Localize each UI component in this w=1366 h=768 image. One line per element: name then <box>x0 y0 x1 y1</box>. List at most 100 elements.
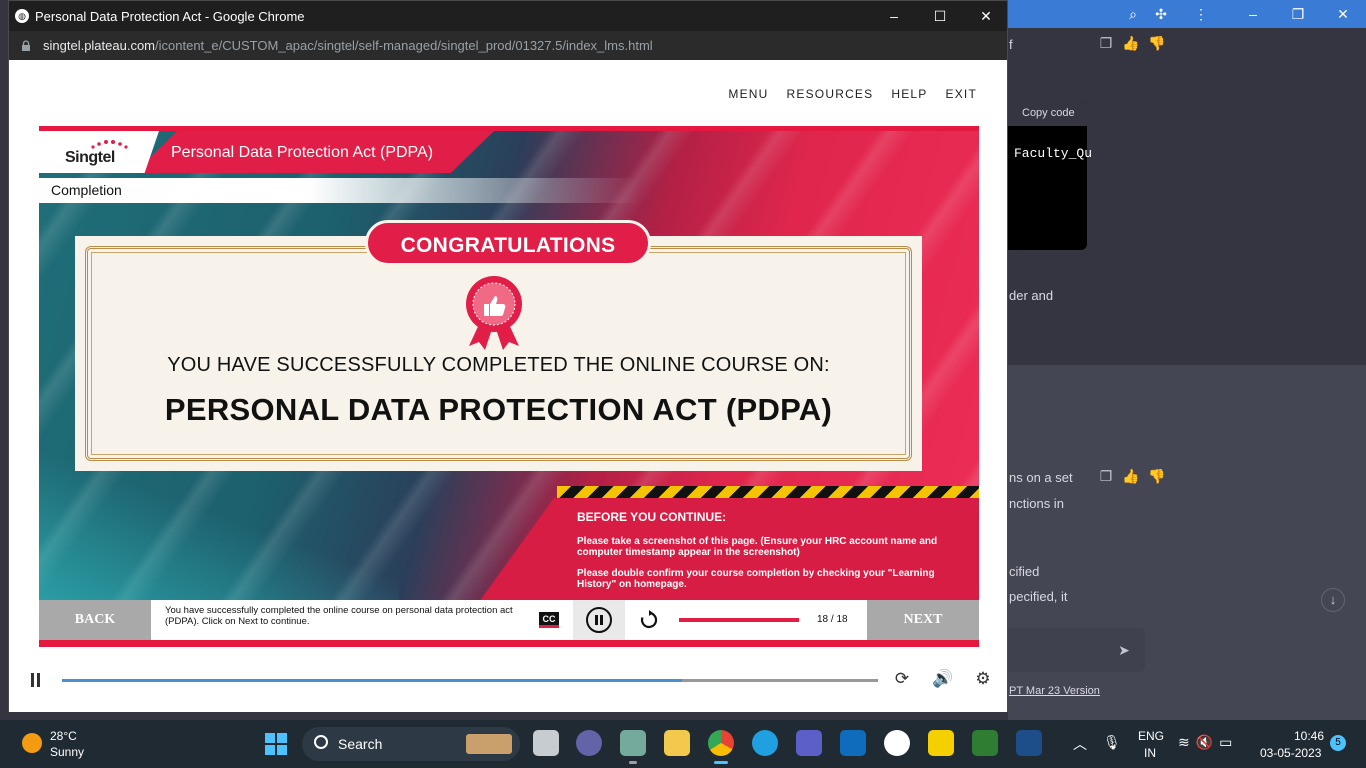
background-browser-bar: ⌕ ✣ ⋮ – ❐ ✕ <box>1008 0 1366 28</box>
logo-text: Singtel <box>65 149 115 166</box>
notice-heading: BEFORE YOU CONTINUE: <box>577 510 727 524</box>
scroll-down-button[interactable]: ↓ <box>1321 588 1345 612</box>
search-icon <box>314 735 328 749</box>
congratulations-banner: CONGRATULATIONS <box>365 220 651 266</box>
task-view-icon[interactable] <box>533 730 559 756</box>
bg-text: f <box>1009 37 1013 52</box>
video-call-app-icon[interactable] <box>576 730 602 756</box>
chrome-icon[interactable] <box>708 730 734 764</box>
settings-icon[interactable]: ⚙ <box>972 668 994 690</box>
page-content: MENU RESOURCES HELP EXIT Singtel Persona… <box>9 60 1007 712</box>
slide-progress-fill <box>679 618 799 622</box>
logo-dots-icon <box>91 140 128 149</box>
minimize-icon[interactable]: – <box>1245 6 1261 22</box>
wifi-volume-battery-icons[interactable]: ≋🔇▭ <box>1178 734 1238 751</box>
send-icon[interactable]: ➤ <box>1116 642 1132 658</box>
thumbs-down-icon[interactable]: 👎 <box>1148 468 1165 484</box>
hazard-stripe <box>557 486 979 498</box>
clock-date[interactable]: 03-05-2023 <box>1260 746 1321 760</box>
file-explorer-icon[interactable] <box>664 730 690 756</box>
exit-link[interactable]: EXIT <box>946 87 977 101</box>
caption-text: You have successfully completed the onli… <box>165 605 513 627</box>
chatgpt-app-icon[interactable] <box>620 730 646 764</box>
help-link[interactable]: HELP <box>891 87 927 101</box>
section-band: Completion <box>39 178 639 203</box>
url-host: singtel.plateau.com <box>43 38 156 53</box>
thumbs-up-badge-icon <box>466 276 522 350</box>
notice-screenshot-instruction: Please take a screenshot of this page. (… <box>577 536 938 558</box>
globe-icon: ◍ <box>15 9 29 23</box>
volume-icon[interactable]: 🔊 <box>932 668 954 690</box>
weather-temperature[interactable]: 28°C <box>50 729 77 743</box>
more-icon[interactable]: ⋮ <box>1193 6 1209 22</box>
player-bar: BACK You have successfully completed the… <box>39 600 979 640</box>
teams-icon[interactable] <box>796 730 822 756</box>
sticky-notes-icon[interactable] <box>928 730 954 756</box>
extensions-icon[interactable]: ✣ <box>1153 6 1169 22</box>
taskbar: 28°C Sunny Search ︿ 🎙 ENG IN ≋🔇▭ 10:46 0… <box>0 720 1366 768</box>
language-code[interactable]: ENG <box>1138 729 1164 743</box>
bg-text: cified <box>1009 564 1040 579</box>
chevron-up-icon[interactable]: ︿ <box>1073 734 1087 754</box>
search-label: Search <box>338 736 383 752</box>
clock-time[interactable]: 10:46 <box>1294 729 1324 743</box>
language-region[interactable]: IN <box>1144 746 1156 760</box>
taskbar-search[interactable]: Search <box>302 727 520 761</box>
zoom-icon[interactable]: ⌕ <box>1125 6 1141 22</box>
video-progress-bar[interactable] <box>62 679 878 682</box>
chrome-window: ◍ Personal Data Protection Act - Google … <box>8 0 1008 712</box>
pause-button-zone[interactable] <box>573 600 625 640</box>
thumbs-up-icon[interactable]: 👍 <box>1122 468 1139 484</box>
user-message-band <box>1008 365 1366 443</box>
search-highlight-image <box>466 734 512 754</box>
replay-icon[interactable] <box>639 610 659 630</box>
next-button[interactable]: NEXT <box>867 600 979 640</box>
start-button[interactable] <box>265 733 287 755</box>
slide-progress-bar[interactable] <box>679 618 799 622</box>
project-app-icon[interactable] <box>972 730 998 756</box>
maximize-button[interactable]: ☐ <box>917 1 963 31</box>
singtel-logo: Singtel <box>39 131 159 173</box>
snipping-tool-icon[interactable] <box>1016 730 1042 756</box>
title-bar: ◍ Personal Data Protection Act - Google … <box>9 1 1007 31</box>
completion-statement: YOU HAVE SUCCESSFULLY COMPLETED THE ONLI… <box>167 354 830 376</box>
video-progress-fill <box>62 679 683 682</box>
notification-badge[interactable]: 5 <box>1330 735 1346 751</box>
top-accent-line <box>39 126 979 131</box>
back-button[interactable]: BACK <box>39 600 151 640</box>
slack-icon[interactable] <box>884 730 910 756</box>
copy-icon[interactable]: ❐ <box>1098 468 1114 484</box>
copy-icon[interactable]: ❐ <box>1098 35 1114 51</box>
microphone-icon[interactable]: 🎙 <box>1103 734 1121 751</box>
url[interactable]: singtel.plateau.com/icontent_e/CUSTOM_ap… <box>43 38 653 53</box>
notice-history-instruction: Please double confirm your course comple… <box>577 568 935 590</box>
address-bar[interactable]: singtel.plateau.com/icontent_e/CUSTOM_ap… <box>9 31 1007 60</box>
close-button[interactable]: ✕ <box>963 1 1009 31</box>
minimize-button[interactable]: – <box>871 1 917 31</box>
section-label: Completion <box>51 182 122 198</box>
certificate-card: CONGRATULATIONS YOU HAVE SUCCESSFULLY CO… <box>75 220 922 471</box>
resources-link[interactable]: RESOURCES <box>787 87 874 101</box>
lock-icon <box>22 40 30 51</box>
restore-icon[interactable]: ❐ <box>1290 6 1306 22</box>
replay-icon[interactable]: ⟳ <box>891 668 913 690</box>
pause-icon[interactable] <box>586 607 612 633</box>
thumbs-down-icon[interactable]: 👎 <box>1148 35 1165 51</box>
copy-code-button[interactable]: Copy code <box>1008 100 1087 126</box>
video-pause-icon[interactable] <box>29 673 43 687</box>
outlook-icon[interactable] <box>840 730 866 756</box>
url-path: /icontent_e/CUSTOM_apac/singtel/self-man… <box>155 38 653 53</box>
closed-caption-button[interactable]: CC <box>539 612 559 628</box>
sun-icon[interactable] <box>22 733 42 753</box>
top-navigation: MENU RESOURCES HELP EXIT <box>728 87 977 101</box>
menu-link[interactable]: MENU <box>728 87 768 101</box>
version-link[interactable]: PT Mar 23 Version <box>1009 685 1100 697</box>
thumbs-up-icon[interactable]: 👍 <box>1122 35 1139 51</box>
code-block: Copy code Faculty_Qu <box>1008 100 1092 250</box>
page-counter: 18 / 18 <box>817 614 848 625</box>
chat-input[interactable]: ➤ <box>1008 628 1145 672</box>
edge-icon[interactable] <box>752 730 778 756</box>
weather-description[interactable]: Sunny <box>50 745 84 759</box>
close-icon[interactable]: ✕ <box>1335 6 1351 22</box>
bg-text: nctions in <box>1009 496 1064 511</box>
